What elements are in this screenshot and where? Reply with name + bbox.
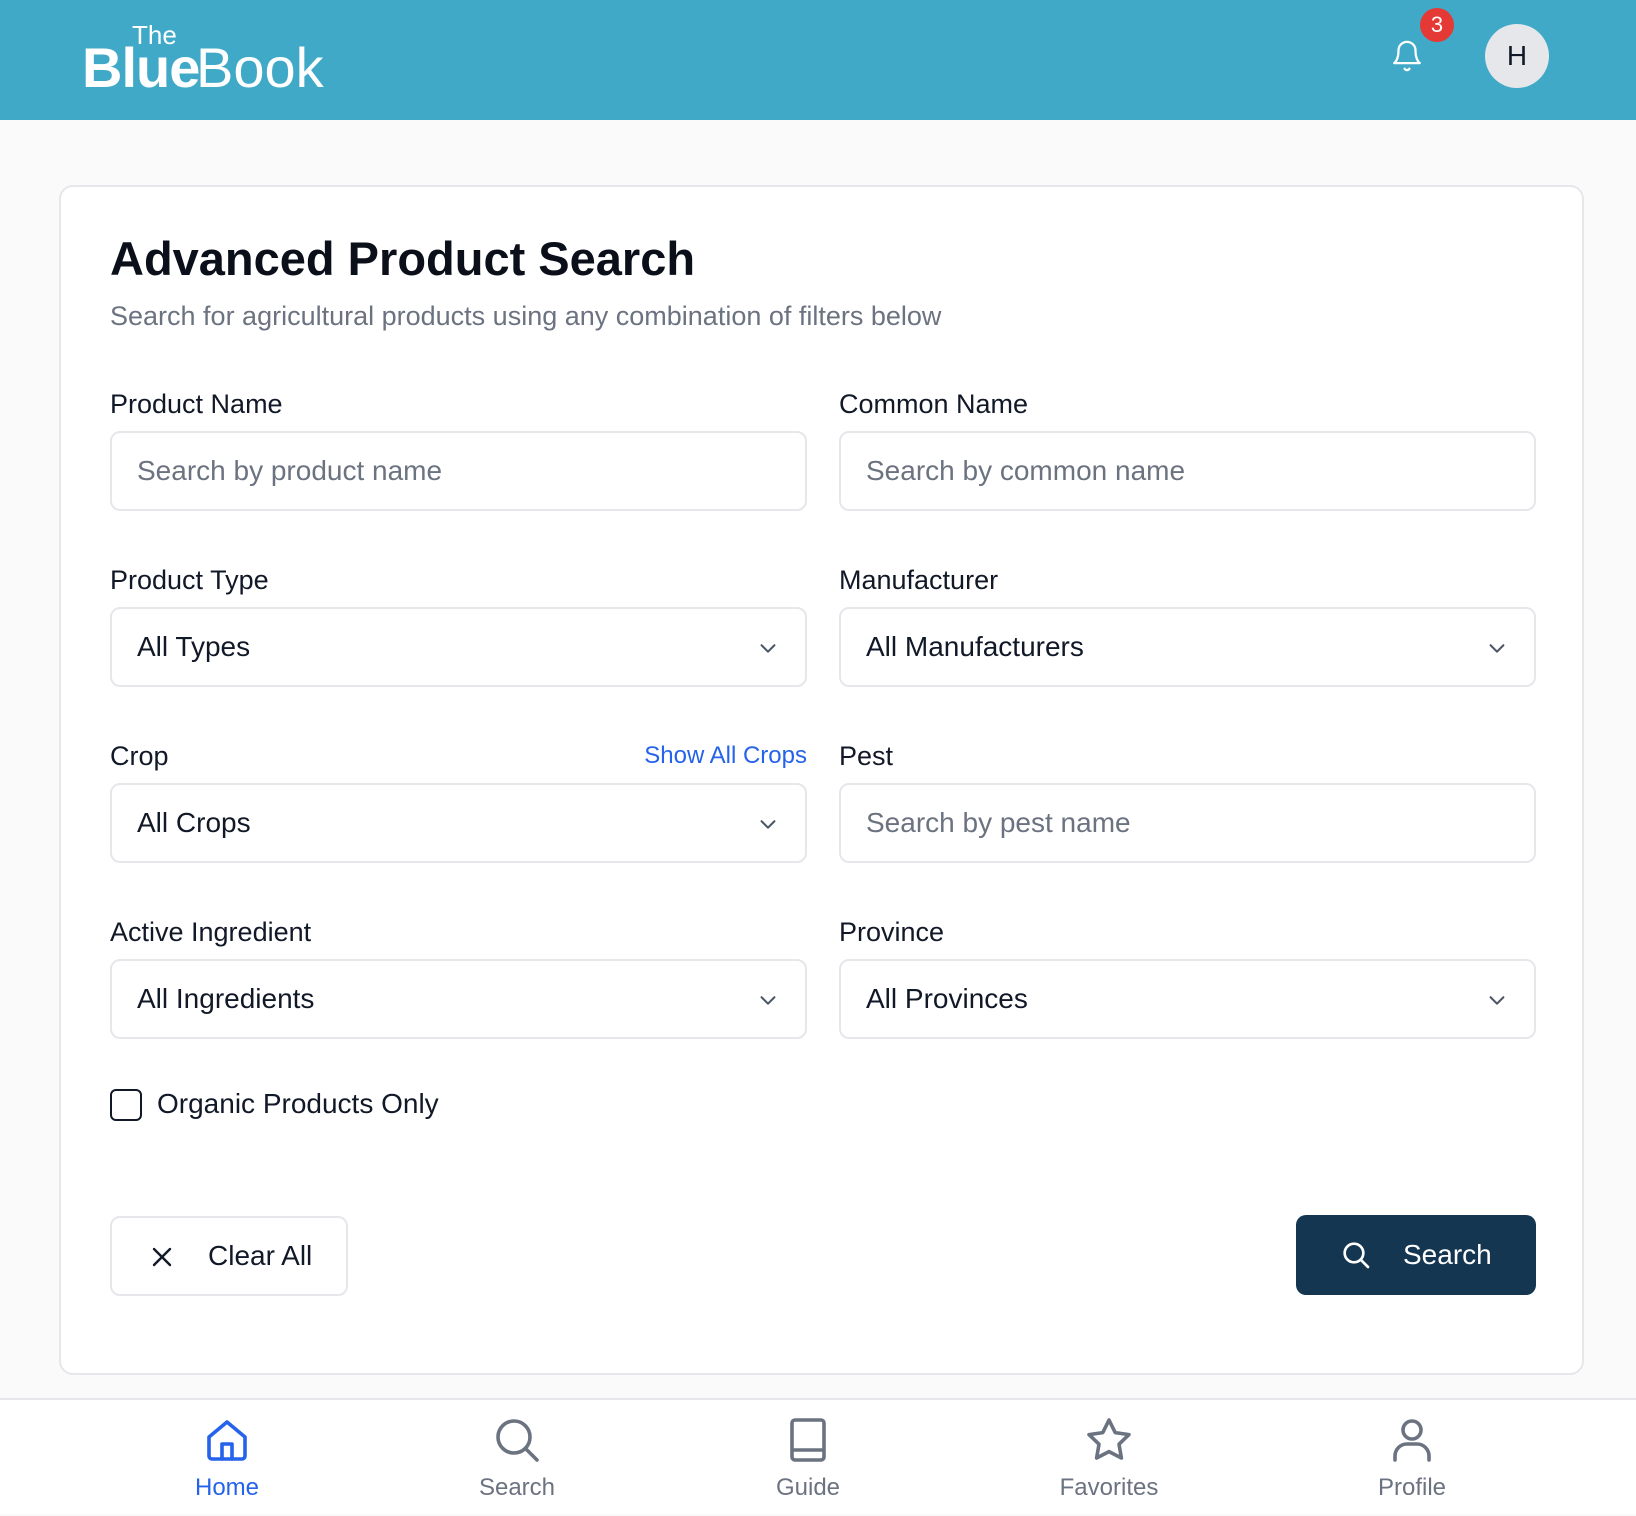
close-icon: [152, 1247, 172, 1267]
search-icon: [496, 1419, 539, 1462]
user-icon: [1393, 1419, 1431, 1462]
active-ingredient-value: All Ingredients: [137, 983, 315, 1014]
province-label: Province: [839, 917, 945, 947]
nav-favorites[interactable]: Favorites: [1029, 1400, 1189, 1516]
chevron-down-icon: [760, 820, 776, 829]
search-button[interactable]: Search: [1296, 1215, 1536, 1295]
crop-value: All Crops: [137, 807, 251, 838]
chevron-down-icon: [760, 644, 776, 653]
avatar[interactable]: H: [1485, 24, 1549, 88]
manufacturer-label: Manufacturer: [839, 565, 999, 595]
nav-guide[interactable]: Guide: [728, 1400, 888, 1516]
book-icon: [790, 1418, 826, 1462]
show-all-crops-link[interactable]: Show All Crops: [561, 739, 807, 773]
product-name-input[interactable]: [110, 431, 807, 511]
nav-profile[interactable]: Profile: [1332, 1400, 1492, 1516]
home-icon: [207, 1420, 247, 1461]
nav-favorites-label: Favorites: [1059, 1474, 1159, 1501]
logo-blue: Blue: [82, 36, 200, 99]
app-header: The Blue Book 3 H: [0, 0, 1636, 120]
product-name-label: Product Name: [110, 389, 283, 419]
pest-input[interactable]: [839, 783, 1536, 863]
bell-icon[interactable]: [1390, 38, 1424, 74]
nav-search-label: Search: [478, 1474, 556, 1501]
common-name-label: Common Name: [839, 389, 1029, 419]
product-type-value: All Types: [137, 631, 251, 662]
clear-all-button[interactable]: Clear All: [110, 1216, 348, 1296]
bottom-nav: Home Search Guide Favorites Profile: [0, 1398, 1636, 1514]
organic-checkbox-label[interactable]: Organic Products Only: [157, 1087, 439, 1121]
clear-all-label: Clear All: [208, 1240, 313, 1271]
search-card: Advanced Product Search Search for agric…: [59, 185, 1584, 1375]
nav-profile-label: Profile: [1377, 1474, 1447, 1501]
notification-badge: 3: [1420, 8, 1454, 42]
product-type-select[interactable]: All Types: [110, 607, 807, 687]
page-subtitle: Search for agricultural products using a…: [110, 301, 942, 331]
organic-checkbox[interactable]: [110, 1089, 142, 1121]
nav-home-label: Home: [194, 1474, 260, 1501]
manufacturer-select[interactable]: All Manufacturers: [839, 607, 1536, 687]
nav-guide-label: Guide: [775, 1474, 841, 1501]
manufacturer-value: All Manufacturers: [866, 631, 1084, 662]
search-icon: [1343, 1242, 1370, 1269]
chevron-down-icon: [760, 996, 776, 1005]
crop-label: Crop: [110, 741, 169, 771]
crop-select[interactable]: All Crops: [110, 783, 807, 863]
active-ingredient-label: Active Ingredient: [110, 917, 312, 947]
star-icon: [1087, 1418, 1131, 1460]
common-name-input[interactable]: [839, 431, 1536, 511]
pest-label: Pest: [839, 741, 894, 771]
nav-home[interactable]: Home: [147, 1400, 307, 1516]
chevron-down-icon: [1489, 644, 1505, 653]
logo[interactable]: The Blue Book: [82, 22, 342, 98]
page-title: Advanced Product Search: [110, 232, 696, 285]
nav-search[interactable]: Search: [437, 1400, 597, 1516]
logo-book: Book: [196, 36, 324, 99]
chevron-down-icon: [1489, 996, 1505, 1005]
province-select[interactable]: All Provinces: [839, 959, 1536, 1039]
search-button-label: Search: [1403, 1239, 1492, 1270]
active-ingredient-select[interactable]: All Ingredients: [110, 959, 807, 1039]
product-type-label: Product Type: [110, 565, 269, 595]
province-value: All Provinces: [866, 983, 1028, 1014]
